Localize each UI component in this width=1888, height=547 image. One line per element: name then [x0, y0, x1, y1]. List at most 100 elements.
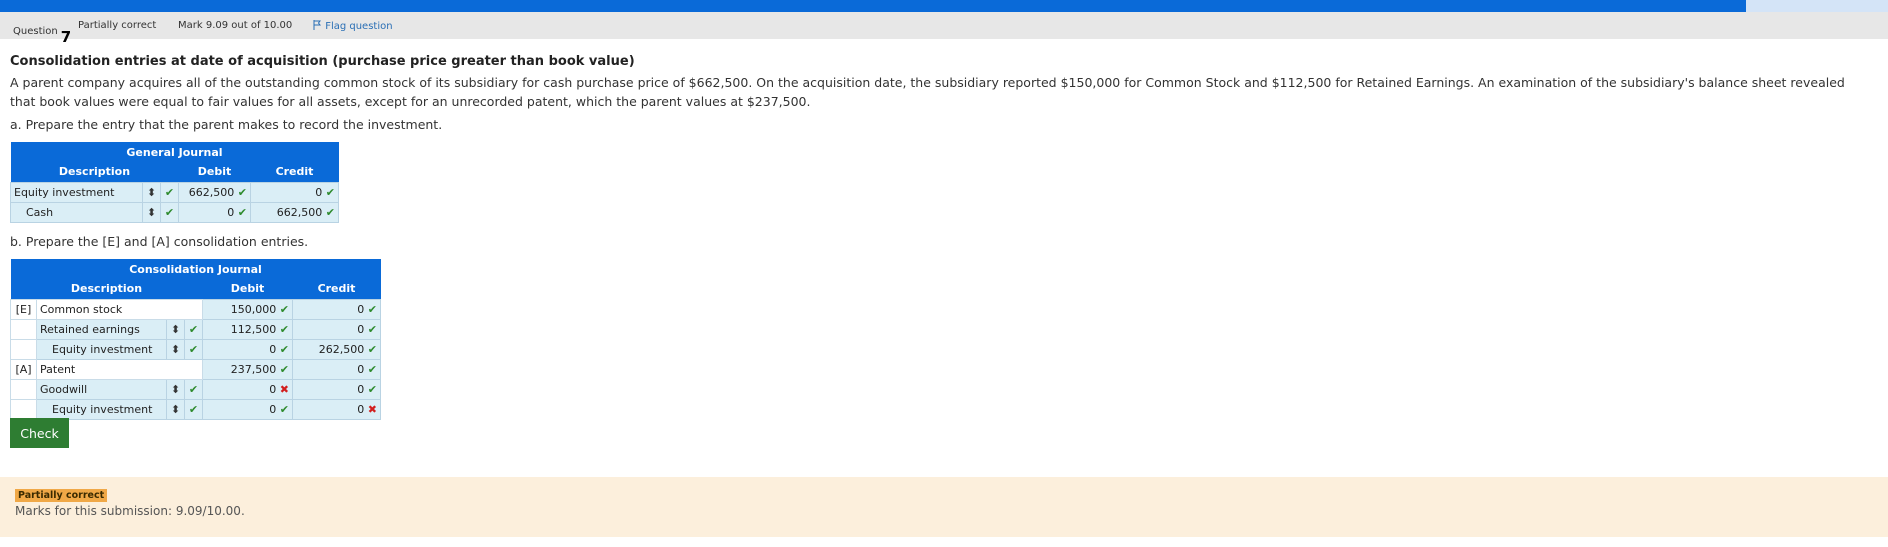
question-status: Partially correct [78, 20, 157, 31]
status-badge: Partially correct [15, 489, 108, 502]
credit-value: 0 [357, 302, 365, 316]
consolidation-journal-header-row: Description Debit Credit [10, 279, 381, 299]
question-body: A parent company acquires all of the out… [10, 75, 1845, 109]
credit-input[interactable]: 0 ✔ [292, 378, 381, 400]
sort-arrows-icon[interactable]: ⬍ [166, 398, 185, 420]
general-journal-title-row: General Journal [10, 142, 339, 162]
check-icon: ✔ [184, 398, 203, 420]
debit-input[interactable]: 0 ✔ [202, 398, 293, 420]
table-row: Equity investment ⬍ ✔ 0 ✔ 0 ✖ [10, 398, 381, 420]
cross-icon: ✖ [367, 402, 377, 416]
credit-value: 0 [315, 185, 323, 199]
sort-arrows-icon[interactable]: ⬍ [142, 181, 161, 203]
table-row: Goodwill ⬍ ✔ 0 ✖ 0 ✔ [10, 378, 381, 400]
check-button[interactable]: Check [10, 418, 69, 448]
question-number: 7 [60, 28, 72, 46]
credit-value: 0 [357, 322, 365, 336]
sort-arrows-icon[interactable]: ⬍ [166, 338, 185, 360]
description-select[interactable]: Equity investment [36, 398, 167, 420]
entry-tag [10, 398, 37, 420]
credit-input[interactable]: 0 ✔ [292, 318, 381, 340]
check-icon: ✔ [325, 185, 335, 199]
check-icon: ✔ [367, 362, 377, 376]
credit-input[interactable]: 0 ✔ [292, 298, 381, 320]
entry-tag: [E] [10, 298, 37, 320]
description-header: Description [10, 162, 179, 182]
feedback-panel: Partially correct Marks for this submiss… [0, 477, 1888, 537]
flag-question-label: Flag question [325, 21, 393, 32]
check-icon: ✔ [367, 302, 377, 316]
table-row: Equity investment ⬍ ✔ 662,500 ✔ 0 ✔ [10, 181, 339, 203]
credit-header: Credit [292, 279, 381, 299]
debit-input[interactable]: 237,500 ✔ [202, 358, 293, 380]
entry-tag [10, 318, 37, 340]
debit-value: 0 [269, 382, 277, 396]
debit-value: 662,500 [188, 185, 235, 199]
check-icon: ✔ [237, 205, 247, 219]
table-row: Retained earnings ⬍ ✔ 112,500 ✔ 0 ✔ [10, 318, 381, 340]
top-bar [0, 0, 1888, 12]
sort-arrows-icon[interactable]: ⬍ [166, 378, 185, 400]
debit-value: 150,000 [230, 302, 277, 316]
top-bar-right [1746, 0, 1888, 12]
debit-value: 0 [227, 205, 235, 219]
credit-header: Credit [250, 162, 339, 182]
check-icon: ✔ [160, 201, 179, 223]
debit-value: 112,500 [230, 322, 277, 336]
description-select[interactable]: Equity investment [10, 181, 143, 203]
check-icon: ✔ [367, 342, 377, 356]
credit-input[interactable]: 662,500 ✔ [250, 201, 339, 223]
debit-input[interactable]: 150,000 ✔ [202, 298, 293, 320]
question-label: Question [13, 26, 58, 37]
general-journal-table: General Journal Description Debit Credit… [10, 142, 339, 223]
prompt-a: a. Prepare the entry that the parent mak… [10, 117, 443, 132]
description-select[interactable]: Equity investment [36, 338, 167, 360]
check-icon: ✔ [325, 205, 335, 219]
description-select[interactable]: Retained earnings [36, 318, 167, 340]
debit-input[interactable]: 662,500 ✔ [178, 181, 251, 203]
table-row: [A] Patent 237,500 ✔ 0 ✔ [10, 358, 381, 380]
credit-input[interactable]: 0 ✔ [292, 358, 381, 380]
credit-value: 0 [357, 362, 365, 376]
check-icon: ✔ [279, 342, 289, 356]
flag-question-link[interactable]: Flag question [313, 20, 393, 32]
question-header: Question 7 Partially correct Mark 9.09 ou… [0, 12, 1888, 46]
credit-value: 0 [357, 382, 365, 396]
submission-marks: Marks for this submission: 9.09/10.00. [15, 504, 245, 518]
consolidation-journal-table: Consolidation Journal Description Debit … [10, 259, 381, 420]
entry-tag [10, 338, 37, 360]
consolidation-journal-title: Consolidation Journal [10, 259, 381, 279]
description-select[interactable]: Goodwill [36, 378, 167, 400]
table-row: [E] Common stock 150,000 ✔ 0 ✔ [10, 298, 381, 320]
description-header: Description [10, 279, 203, 299]
check-icon: ✔ [279, 362, 289, 376]
debit-input[interactable]: 0 ✖ [202, 378, 293, 400]
general-journal-title: General Journal [10, 142, 339, 162]
credit-value: 0 [357, 402, 365, 416]
credit-input[interactable]: 0 ✖ [292, 398, 381, 420]
debit-header: Debit [178, 162, 251, 182]
check-icon: ✔ [184, 318, 203, 340]
debit-input[interactable]: 112,500 ✔ [202, 318, 293, 340]
description-text: Patent [36, 358, 203, 380]
debit-value: 0 [269, 342, 277, 356]
description-select[interactable]: Cash [10, 201, 143, 223]
credit-value: 262,500 [318, 342, 365, 356]
sort-arrows-icon[interactable]: ⬍ [166, 318, 185, 340]
flag-icon [313, 20, 321, 30]
sort-arrows-icon[interactable]: ⬍ [142, 201, 161, 223]
debit-input[interactable]: 0 ✔ [178, 201, 251, 223]
check-icon: ✔ [184, 338, 203, 360]
question-label-group: Question 7 [13, 20, 71, 46]
credit-input[interactable]: 0 ✔ [250, 181, 339, 203]
credit-input[interactable]: 262,500 ✔ [292, 338, 381, 360]
debit-value: 0 [269, 402, 277, 416]
check-icon: ✔ [279, 302, 289, 316]
entry-tag [10, 378, 37, 400]
prompt-b: b. Prepare the [E] and [A] consolidation… [10, 234, 309, 249]
general-journal-header-row: Description Debit Credit [10, 162, 339, 182]
check-icon: ✔ [367, 322, 377, 336]
table-row: Equity investment ⬍ ✔ 0 ✔ 262,500 ✔ [10, 338, 381, 360]
debit-input[interactable]: 0 ✔ [202, 338, 293, 360]
debit-value: 237,500 [230, 362, 277, 376]
